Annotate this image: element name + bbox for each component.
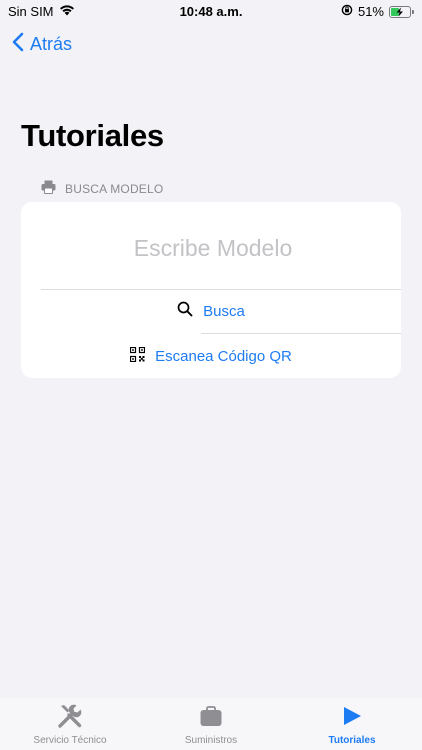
tab-label: Servicio Técnico (33, 735, 107, 746)
divider (201, 333, 401, 334)
section-header-label: BUSCA MODELO (65, 181, 164, 196)
magnifier-icon (177, 301, 193, 321)
search-button-label: Busca (203, 302, 245, 320)
orientation-lock-icon (341, 4, 353, 19)
scan-qr-button[interactable]: Escanea Código QR (21, 336, 401, 376)
qr-code-icon (130, 346, 146, 366)
briefcase-icon (199, 702, 223, 730)
divider (41, 289, 401, 290)
chevron-left-icon (12, 32, 24, 57)
printer-icon (41, 180, 56, 197)
back-label: Atrás (30, 33, 73, 54)
page-title: Tutoriales (21, 118, 164, 153)
search-card: Busca Escanea Código QR (21, 202, 401, 378)
battery-percent: 51% (357, 4, 384, 19)
section-header: BUSCA MODELO (41, 180, 163, 197)
screen: Sin SIM 10:48 a.m. 51% Atrás Tutoriales … (0, 0, 422, 750)
wrench-screwdriver-icon (56, 702, 84, 730)
battery-charging-icon (389, 5, 414, 18)
back-button[interactable]: Atrás (12, 30, 72, 58)
tab-servicio-tecnico[interactable]: Servicio Técnico (0, 702, 140, 748)
search-button[interactable]: Busca (21, 291, 401, 331)
model-input[interactable] (41, 222, 385, 274)
status-bar: Sin SIM 10:48 a.m. 51% (0, 0, 422, 22)
tab-suministros[interactable]: Suministros (141, 702, 281, 748)
tab-tutoriales[interactable]: Tutoriales (282, 702, 422, 748)
scan-qr-label: Escanea Código QR (155, 347, 292, 365)
tab-label: Suministros (184, 735, 238, 746)
play-icon (341, 702, 363, 730)
tab-label: Tutoriales (328, 735, 376, 746)
status-right: 51% (341, 4, 414, 19)
tab-bar: Servicio Técnico Suministros Tutoriales (0, 698, 422, 750)
